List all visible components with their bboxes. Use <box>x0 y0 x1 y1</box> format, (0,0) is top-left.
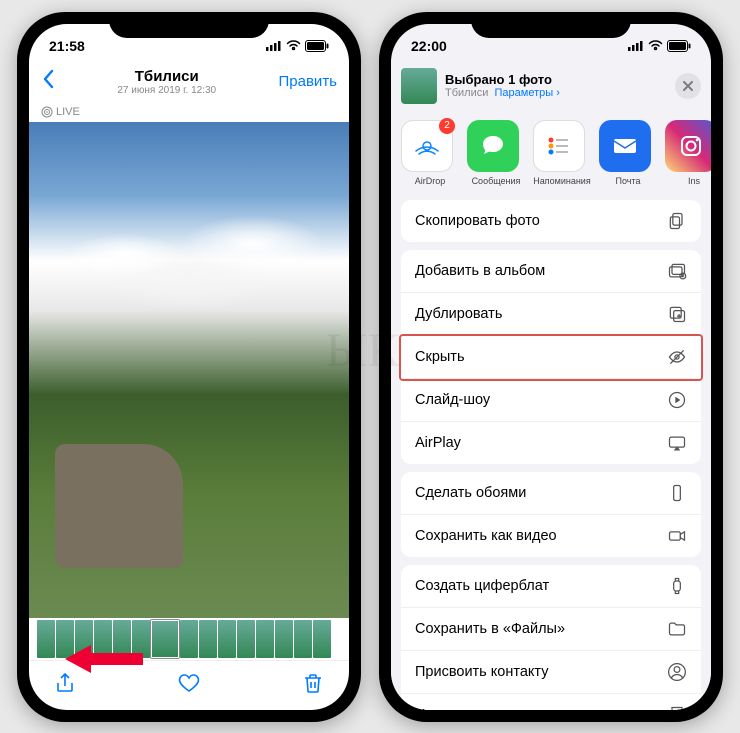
action-slideshow[interactable]: Слайд-шоу <box>401 379 701 422</box>
trash-icon <box>301 671 325 695</box>
action-assign-contact[interactable]: Присвоить контакту <box>401 651 701 694</box>
notch <box>109 12 269 38</box>
action-copy-photo[interactable]: Скопировать фото <box>401 200 701 242</box>
close-icon <box>682 80 694 92</box>
app-messages[interactable]: Сообщения <box>467 120 525 186</box>
app-reminders[interactable]: Напоминания <box>533 120 591 186</box>
watch-icon <box>667 576 687 596</box>
video-icon <box>667 526 687 546</box>
airdrop-icon <box>410 129 444 163</box>
contact-icon <box>667 662 687 682</box>
app-label: Почта <box>616 176 641 186</box>
action-save-files[interactable]: Сохранить в «Файлы» <box>401 608 701 651</box>
app-label: AirDrop <box>415 176 446 186</box>
app-label: Напоминания <box>533 176 590 186</box>
share-sheet-header: Выбрано 1 фото Тбилиси Параметры › <box>391 60 711 112</box>
app-instagram[interactable]: Ins <box>665 120 711 186</box>
selected-location: Тбилиси <box>445 87 488 99</box>
phone-right: 22:00 Выбрано 1 фото Тбилиси Параметры › <box>379 12 723 722</box>
heart-icon <box>177 671 201 695</box>
share-sheet-screen: 22:00 Выбрано 1 фото Тбилиси Параметры › <box>391 24 711 710</box>
battery-icon <box>305 40 329 52</box>
nav-title-block: Тбилиси 27 июня 2019 г. 12:30 <box>55 68 279 96</box>
action-wallpaper[interactable]: Сделать обоями <box>401 472 701 515</box>
app-label: Сообщения <box>472 176 521 186</box>
hide-icon <box>667 347 687 367</box>
favorite-button[interactable] <box>177 671 201 700</box>
messages-icon <box>477 130 509 162</box>
action-airplay[interactable]: AirPlay <box>401 422 701 464</box>
selected-thumbnail <box>401 68 437 104</box>
action-duplicate[interactable]: Дублировать <box>401 293 701 336</box>
annotation-arrow <box>63 641 143 682</box>
live-icon <box>41 106 53 118</box>
share-apps-row[interactable]: 2 AirDrop Сообщения Напоминания Почта In… <box>391 112 711 200</box>
delete-button[interactable] <box>301 671 325 700</box>
action-watchface[interactable]: Создать циферблат <box>401 565 701 608</box>
printer-icon <box>667 705 687 710</box>
live-label: LIVE <box>56 106 80 118</box>
options-link[interactable]: Параметры › <box>495 87 560 99</box>
play-icon <box>667 390 687 410</box>
back-button[interactable] <box>41 69 55 95</box>
signal-icon <box>266 40 282 51</box>
folder-icon <box>667 619 687 639</box>
signal-icon <box>628 40 644 51</box>
app-airdrop[interactable]: 2 AirDrop <box>401 120 459 186</box>
wifi-icon <box>648 40 663 51</box>
photo-date-subtitle: 27 июня 2019 г. 12:30 <box>55 85 279 96</box>
reminders-icon <box>544 131 574 161</box>
photo-location-title: Тбилиси <box>55 68 279 85</box>
phone-icon <box>667 483 687 503</box>
close-button[interactable] <box>675 73 701 99</box>
app-mail[interactable]: Почта <box>599 120 657 186</box>
status-time: 21:58 <box>49 38 85 54</box>
selected-count-title: Выбрано 1 фото <box>445 72 667 87</box>
phone-left: 21:58 Тбилиси 27 июня 2019 г. 12:30 Прав… <box>17 12 361 722</box>
status-icons <box>628 40 691 52</box>
app-label: Ins <box>688 176 700 186</box>
notch <box>471 12 631 38</box>
edit-button[interactable]: Править <box>279 73 338 90</box>
airplay-icon <box>667 433 687 453</box>
live-badge: LIVE <box>29 104 349 120</box>
copy-icon <box>667 211 687 231</box>
album-add-icon <box>667 261 687 281</box>
instagram-icon <box>676 131 706 161</box>
duplicate-icon <box>667 304 687 324</box>
nav-bar: Тбилиси 27 июня 2019 г. 12:30 Править <box>29 60 349 104</box>
photo-viewer[interactable] <box>29 122 349 618</box>
wifi-icon <box>286 40 301 51</box>
action-print[interactable]: Напечатать <box>401 694 701 710</box>
action-hide[interactable]: Скрыть <box>401 336 701 379</box>
battery-icon <box>667 40 691 52</box>
action-add-to-album[interactable]: Добавить в альбом <box>401 250 701 293</box>
mail-icon <box>609 130 641 162</box>
share-actions-list: Скопировать фото Добавить в альбом Дубли… <box>391 200 711 710</box>
action-save-video[interactable]: Сохранить как видео <box>401 515 701 557</box>
status-time: 22:00 <box>411 38 447 54</box>
photos-screen: 21:58 Тбилиси 27 июня 2019 г. 12:30 Прав… <box>29 24 349 710</box>
airdrop-badge: 2 <box>439 118 455 134</box>
status-icons <box>266 40 329 52</box>
selected-info: Выбрано 1 фото Тбилиси Параметры › <box>445 72 667 99</box>
